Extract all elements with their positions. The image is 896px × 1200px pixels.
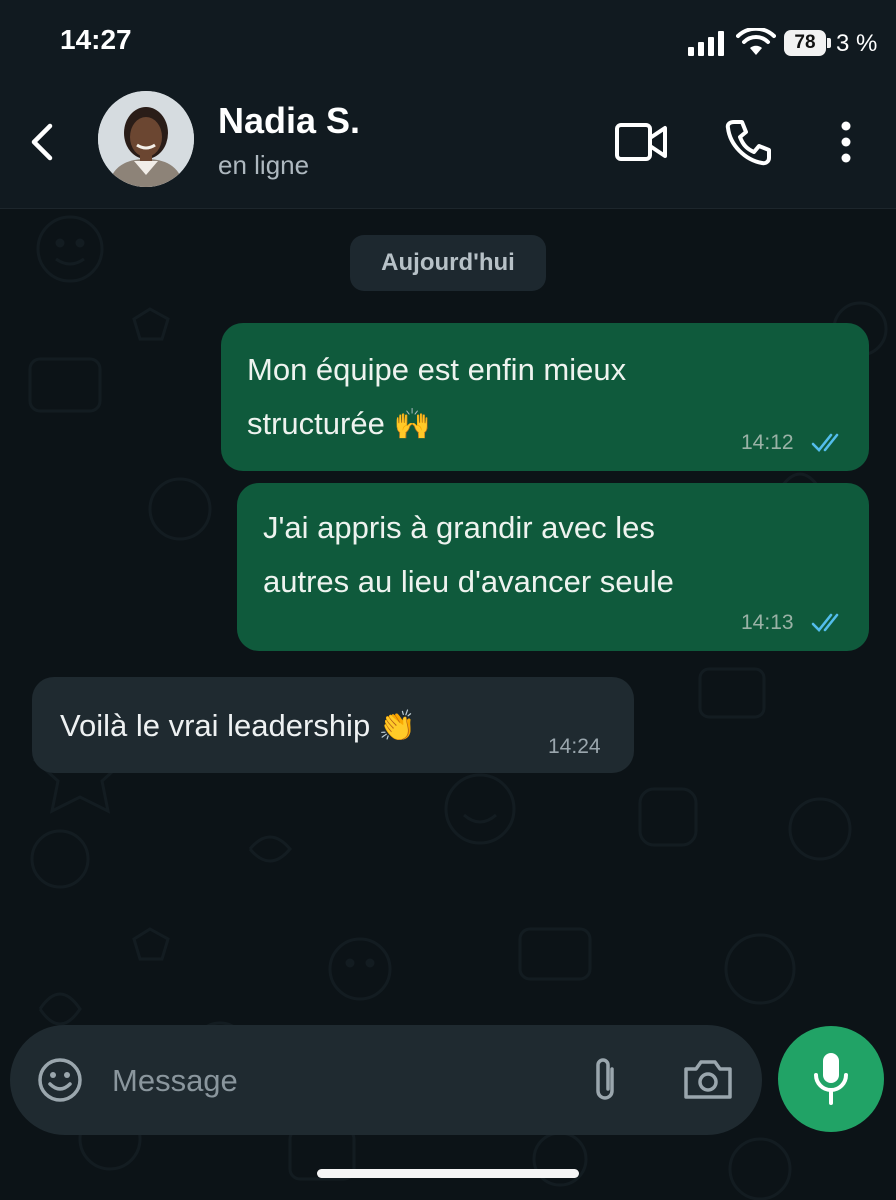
- message-line: J'ai appris à grandir avec les: [263, 510, 655, 545]
- message-line: structurée: [247, 406, 385, 441]
- date-chip: Aujourd'hui: [350, 235, 546, 291]
- status-bar: 14:27 78 3 %: [0, 0, 896, 80]
- message-line: Voilà le vrai leadership: [60, 708, 371, 743]
- message-bubble-outgoing[interactable]: Mon équipe est enfin mieux structurée 🙌 …: [221, 323, 869, 471]
- battery-icon: 78: [784, 30, 826, 56]
- contact-avatar[interactable]: [98, 91, 194, 187]
- message-composer: [10, 1025, 762, 1135]
- battery-cap: [827, 38, 831, 48]
- message-input[interactable]: [110, 1053, 474, 1109]
- message-time: 14:12: [741, 431, 794, 454]
- status-time: 14:27: [60, 24, 132, 55]
- double-check-icon: [811, 613, 839, 632]
- attach-icon[interactable]: [588, 1055, 622, 1105]
- mic-button[interactable]: [778, 1026, 884, 1132]
- emoji-icon[interactable]: [36, 1056, 84, 1104]
- signal-icon: [688, 30, 724, 56]
- phone-icon[interactable]: [724, 118, 772, 166]
- message-time: 14:13: [741, 611, 794, 634]
- video-call-icon[interactable]: [614, 120, 668, 164]
- message-time: 14:24: [548, 735, 601, 758]
- message-line: Mon équipe est enfin mieux: [247, 352, 627, 387]
- clapping-hands-emoji: 👏: [378, 709, 417, 744]
- contact-name[interactable]: Nadia S.: [218, 100, 360, 142]
- battery-percent: 3 %: [836, 30, 878, 57]
- camera-icon[interactable]: [682, 1057, 734, 1101]
- wifi-icon: [736, 28, 776, 55]
- message-line-with-emoji: Voilà le vrai leadership 👏: [60, 699, 416, 754]
- message-bubble-outgoing[interactable]: J'ai appris à grandir avec les autres au…: [237, 483, 869, 651]
- more-options-icon[interactable]: [834, 120, 858, 164]
- home-indicator[interactable]: [317, 1169, 579, 1178]
- message-line: autres au lieu d'avancer seule: [263, 564, 674, 599]
- message-line-with-emoji: structurée 🙌: [247, 397, 431, 452]
- double-check-icon: [811, 433, 839, 452]
- message-bubble-incoming[interactable]: Voilà le vrai leadership 👏 14:24: [32, 677, 634, 773]
- raising-hands-emoji: 🙌: [393, 407, 431, 442]
- mic-icon: [814, 1053, 848, 1105]
- back-arrow-icon[interactable]: [22, 120, 66, 164]
- contact-status: en ligne: [218, 150, 310, 180]
- chat-header: Nadia S. en ligne: [0, 80, 896, 209]
